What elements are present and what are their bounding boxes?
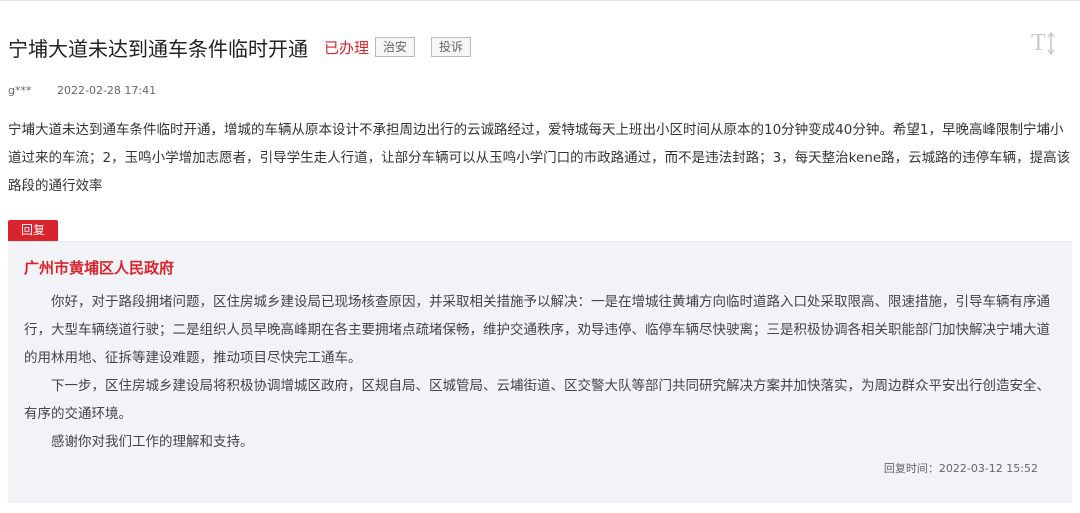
reply-time: 回复时间：2022-03-12 15:52 [883, 462, 1038, 475]
complaint-content: 宁埔大道未达到通车条件临时开通，增城的车辆从原本设计不承担周边出行的云诚路经过，… [8, 122, 1071, 194]
author-name: g*** [8, 84, 32, 97]
font-size-icon[interactable]: T [1030, 28, 1060, 56]
reply-body: 你好，对于路段拥堵问题，区住房城乡建设局已现场核查原因，并采取相关措施予以解决：… [24, 288, 1056, 456]
svg-text:T: T [1031, 30, 1046, 56]
category-tag[interactable]: 治安 [375, 37, 416, 57]
title-row: 宁埔大道未达到通车条件临时开通 已办理 治安 投诉 [8, 32, 472, 62]
reply-paragraph: 感谢你对我们工作的理解和支持。 [51, 434, 254, 450]
status-label: 已办理 [324, 38, 370, 57]
reply-paragraph: 你好，对于路段拥堵问题，区住房城乡建设局已现场核查原因，并采取相关措施予以解决：… [24, 294, 1050, 366]
reply-paragraph: 下一步，区住房城乡建设局将积极协调增城区政府，区规自局、区城管局、云埔街道、区交… [24, 378, 1050, 422]
post-meta: g*** 2022-02-28 17:41 [8, 84, 156, 97]
reply-panel: 广州市黄埔区人民政府 你好，对于路段拥堵问题，区住房城乡建设局已现场核查原因，并… [8, 241, 1072, 503]
top-divider [0, 0, 1080, 5]
reply-department: 广州市黄埔区人民政府 [24, 259, 175, 277]
type-tag[interactable]: 投诉 [431, 37, 472, 57]
post-date: 2022-02-28 17:41 [56, 84, 157, 97]
page-title: 宁埔大道未达到通车条件临时开通 [8, 36, 308, 61]
reply-badge: 回复 [8, 220, 58, 241]
